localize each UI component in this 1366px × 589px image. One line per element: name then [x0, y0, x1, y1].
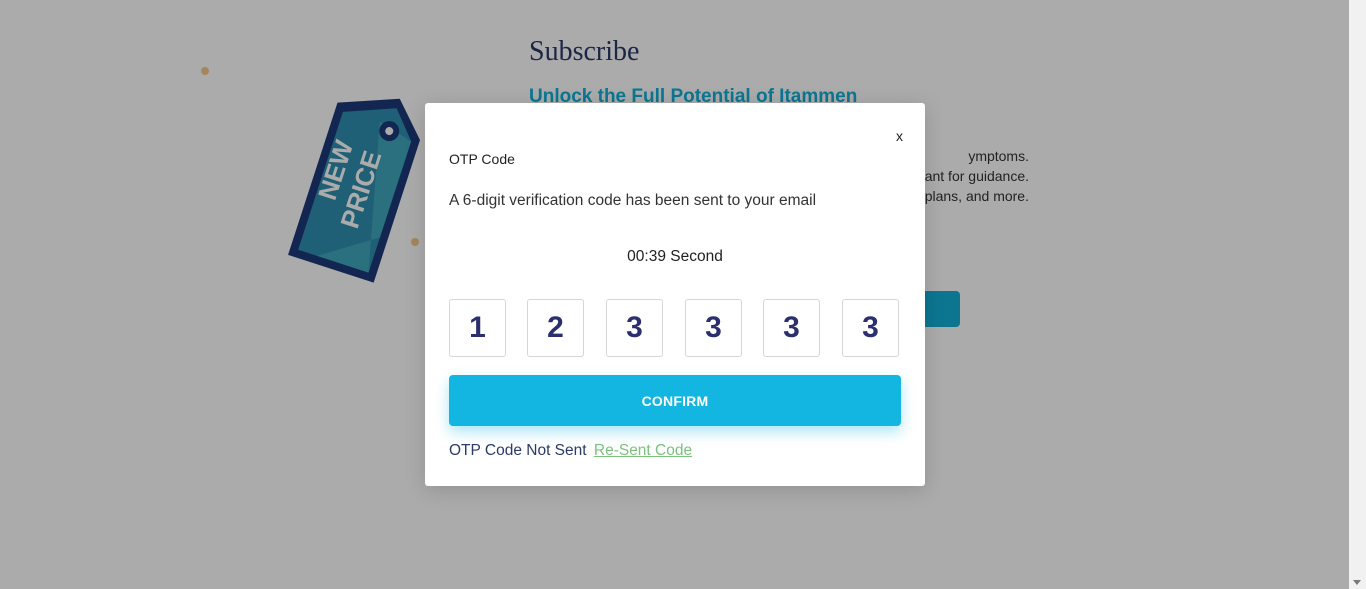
scroll-down-icon[interactable]: [1353, 580, 1361, 585]
resend-code-link[interactable]: Re-Sent Code: [594, 442, 692, 459]
modal-description: A 6-digit verification code has been sen…: [449, 192, 817, 209]
otp-digit-input-3[interactable]: [606, 299, 663, 357]
vertical-scrollbar[interactable]: [1349, 0, 1366, 589]
resend-row: OTP Code Not Sent Re-Sent Code: [449, 442, 692, 460]
confirm-button[interactable]: CONFIRM: [449, 375, 901, 426]
modal-title: OTP Code: [449, 151, 515, 167]
countdown-timer: 00:39 Second: [627, 248, 723, 265]
close-button[interactable]: x: [896, 128, 903, 144]
otp-input-group: [449, 299, 901, 359]
otp-modal: x OTP Code A 6-digit verification code h…: [425, 103, 925, 486]
otp-digit-input-4[interactable]: [685, 299, 742, 357]
otp-digit-input-1[interactable]: [449, 299, 506, 357]
otp-digit-input-5[interactable]: [763, 299, 820, 357]
otp-digit-input-2[interactable]: [527, 299, 584, 357]
otp-digit-input-6[interactable]: [842, 299, 899, 357]
otp-not-sent-text: OTP Code Not Sent: [449, 442, 587, 459]
